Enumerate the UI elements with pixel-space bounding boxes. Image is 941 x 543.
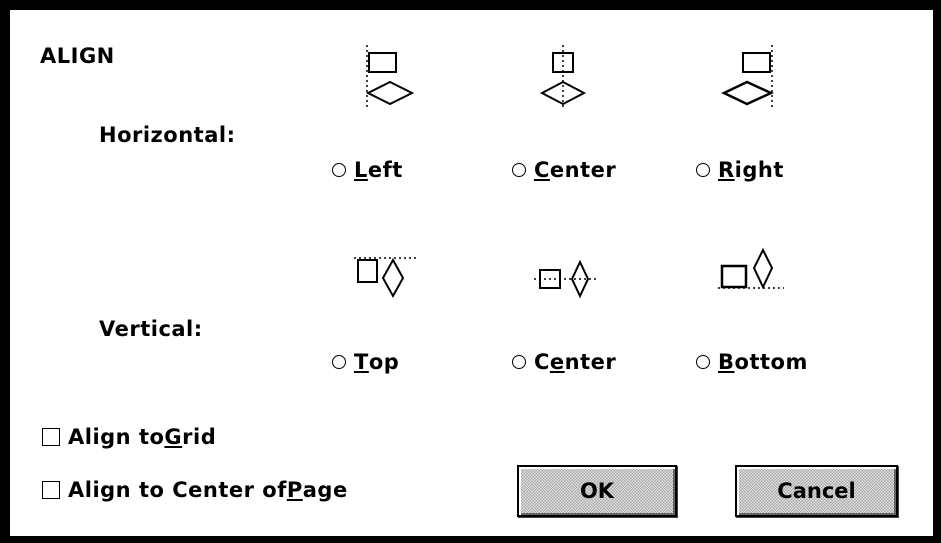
checkbox-label-prefix: Align to Center of: [68, 478, 287, 502]
radio-label-accelerator: e: [549, 350, 565, 374]
radio-circle[interactable]: [332, 163, 346, 177]
radio-label-accelerator: R: [718, 158, 735, 182]
align-right-icon: [721, 45, 775, 110]
checkbox-label-accelerator: G: [164, 425, 183, 449]
radio-label-accelerator: B: [718, 350, 735, 374]
radio-label-accelerator: L: [354, 158, 368, 182]
vertical-label: Vertical:: [99, 317, 203, 341]
radio-circle[interactable]: [696, 355, 710, 369]
align-left-icon: [365, 45, 415, 110]
radio-label-suffix: ight: [734, 158, 784, 182]
radio-vertical-top[interactable]: Top: [332, 350, 399, 374]
radio-vertical-bottom[interactable]: Bottom: [696, 350, 808, 374]
dialog-title: ALIGN: [40, 44, 115, 68]
horizontal-label: Horizontal:: [99, 123, 236, 147]
radio-label-accelerator: T: [354, 350, 369, 374]
radio-horizontal-right[interactable]: Right: [696, 158, 784, 182]
radio-label-suffix: ottom: [734, 350, 808, 374]
ok-button[interactable]: OK: [517, 465, 677, 517]
cancel-button-label: Cancel: [777, 479, 856, 503]
align-dialog: ALIGN Horizontal: Vertical: Left Center …: [0, 0, 941, 543]
radio-label-prefix: C: [534, 350, 550, 374]
radio-label-suffix: op: [368, 350, 400, 374]
ok-button-label: OK: [579, 479, 615, 503]
align-top-icon: [354, 257, 416, 299]
align-to-grid-checkbox[interactable]: Align to Grid: [42, 425, 216, 449]
radio-circle[interactable]: [512, 163, 526, 177]
radio-label-suffix: eft: [367, 158, 403, 182]
align-bottom-icon: [718, 247, 784, 290]
checkbox-label-prefix: Align to: [68, 425, 165, 449]
align-horizontal-center-icon: [539, 45, 587, 110]
radio-circle[interactable]: [512, 355, 526, 369]
checkbox-label-suffix: rid: [182, 425, 217, 449]
cancel-button[interactable]: Cancel: [735, 465, 898, 517]
radio-horizontal-center[interactable]: Center: [512, 158, 616, 182]
radio-vertical-center[interactable]: Ce nter: [512, 350, 616, 374]
align-to-center-of-page-checkbox[interactable]: Align to Center of Page: [42, 478, 348, 502]
checkbox-box[interactable]: [42, 481, 60, 499]
radio-label-accelerator: C: [534, 158, 550, 182]
checkbox-label-accelerator: P: [286, 478, 303, 502]
radio-label-suffix: enter: [549, 158, 617, 182]
align-vertical-center-icon: [534, 259, 598, 299]
radio-circle[interactable]: [696, 163, 710, 177]
radio-horizontal-left[interactable]: Left: [332, 158, 403, 182]
checkbox-box[interactable]: [42, 428, 60, 446]
checkbox-label-suffix: age: [302, 478, 348, 502]
radio-label-suffix: nter: [564, 350, 617, 374]
radio-circle[interactable]: [332, 355, 346, 369]
